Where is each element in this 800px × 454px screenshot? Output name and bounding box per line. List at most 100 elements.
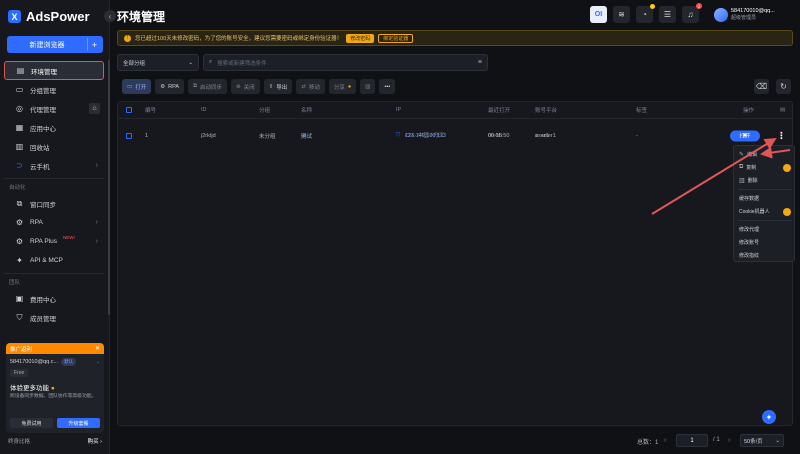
menu-edit-fingerprint[interactable]: 修改指纹 xyxy=(739,251,759,260)
cell-id: j2rktjd xyxy=(201,132,216,139)
notification-badge: 2 xyxy=(696,3,702,9)
sidebar-item-trash[interactable]: ▥ 回收站 xyxy=(4,137,104,156)
security-notice: ! 您已超过100天未修改密码，为了您的账号安全，建议您需要密码或绑定身份验证器… xyxy=(117,30,793,46)
proxy-shield-icon: ⛉ xyxy=(396,132,401,138)
close-icon[interactable]: ✕ xyxy=(95,345,100,352)
crown-icon xyxy=(783,208,791,216)
menu-delete[interactable]: ▥ 删除 xyxy=(739,176,758,185)
brand-button[interactable]: OI xyxy=(590,6,607,23)
upgrade-button[interactable]: 升级套餐 xyxy=(57,418,100,428)
buy-link[interactable]: 购买 › xyxy=(88,437,102,445)
bind-authenticator-button[interactable]: 绑定验证器 xyxy=(378,33,414,43)
menu-cookie-robot[interactable]: Cookie机器人 xyxy=(739,207,770,216)
store-icon[interactable]: ⌂ xyxy=(89,103,100,114)
wifi-icon[interactable]: ≋ xyxy=(613,6,630,23)
new-browser-button[interactable]: 新建浏览器 + xyxy=(7,36,103,53)
more-button[interactable]: ••• xyxy=(379,79,396,94)
export-button[interactable]: ⇧ 导出 xyxy=(263,79,293,94)
refresh-icon[interactable]: ↻ xyxy=(776,79,791,94)
trash-icon: ▥ xyxy=(365,83,371,90)
lifetime-label: 终身比格 xyxy=(8,439,31,445)
sidebar-item-proxy[interactable]: ◎ 代理管理 ⌂ xyxy=(4,99,104,118)
col-last-open[interactable]: 最近打开 xyxy=(488,106,510,114)
search-icon: ⌕ xyxy=(209,59,213,65)
emoji-icon: ● xyxy=(50,385,55,392)
col-ip: IP xyxy=(396,107,402,113)
api-icon: ✦ xyxy=(16,256,23,265)
col-no[interactable]: 编号 xyxy=(145,106,156,114)
search-input[interactable]: ⌕ 搜索或新建筛选条件 ≡ xyxy=(203,54,488,71)
more-vertical-icon[interactable]: ⋮ xyxy=(777,130,786,141)
bell-icon[interactable]: ♫ 2 xyxy=(682,3,702,23)
tasks-icon[interactable]: ☰ xyxy=(659,6,676,23)
free-trial-button[interactable]: 免费试用 xyxy=(10,418,53,428)
sidebar-item-billing[interactable]: ▣ 费用中心 xyxy=(4,289,104,308)
table-row[interactable]: 1 j2rktjd 未分组 ⊞ 测试 123.149.100.113 CN - … xyxy=(118,119,792,152)
list-icon: ▤ xyxy=(16,66,25,75)
start-sync-button[interactable]: ⧉ 启动同步 xyxy=(188,79,228,94)
edit-icon: ✎ xyxy=(739,152,745,158)
delete-button[interactable]: ▥ xyxy=(360,79,376,94)
column-settings-icon[interactable]: ▤ xyxy=(780,107,785,113)
sidebar-item-cloud-phone[interactable]: ⊃ 云手机 › xyxy=(4,156,104,175)
share-button[interactable]: 分享 ● xyxy=(328,79,357,94)
trash-icon: ▥ xyxy=(739,178,745,184)
sidebar-item-environment[interactable]: ▤ 环境管理 xyxy=(4,61,104,80)
user-menu[interactable]: 584170010@qq... 超级管理员 xyxy=(714,4,796,25)
sidebar-item-window-sync[interactable]: ⧉ 窗口同步 xyxy=(4,194,104,213)
sidebar-item-apps[interactable]: ▦ 应用中心 xyxy=(4,118,104,137)
rpa-icon: ⚙ xyxy=(160,83,166,90)
collapse-sidebar-icon[interactable]: ‹ xyxy=(104,10,116,22)
sidebar-item-label: RPA Plus xyxy=(30,238,57,245)
row-open-button[interactable]: ◉ 打开 xyxy=(730,130,760,141)
change-password-button[interactable]: 修改密码 xyxy=(346,33,375,43)
header-icons: OI ≋ ◔ ☰ ♫ 2 xyxy=(590,3,702,23)
ip-location: CN - 中国 / 丹江 xyxy=(405,132,445,139)
sidebar-item-api[interactable]: ✦ API & MCP xyxy=(4,251,104,270)
row-action-menu: ✎ 编辑 ⧉ 复制 ▥ 删除 缓存数据 Cookie机器人 修改代理 修改账号 修改指… xyxy=(733,145,795,262)
menu-edit-account[interactable]: 修改账号 xyxy=(739,238,759,247)
menu-edit[interactable]: ✎ 编辑 xyxy=(739,150,757,159)
move-button[interactable]: ⇄ 移动 xyxy=(296,79,325,94)
chevron-down-icon: ⌄ xyxy=(95,359,100,365)
sidebar-item-rpa[interactable]: ⚙ RPA › xyxy=(4,213,104,232)
sidebar-item-groups[interactable]: ▭ 分组管理 xyxy=(4,80,104,99)
toolbar: ▭ 打开 ⚙ RPA ⧉ 启动同步 ⊗ 关闭 ⇧ 导出 ⇄ 移动 分享 ● ▥ ••• xyxy=(122,79,396,94)
sidebar-scrollbar[interactable] xyxy=(108,60,110,315)
page-input[interactable]: 1 xyxy=(676,434,708,447)
rpa-button[interactable]: ⚙ RPA xyxy=(155,79,185,94)
filter-icon[interactable]: ≡ xyxy=(478,59,482,66)
prev-page-icon[interactable]: ‹ xyxy=(664,437,666,444)
promo-account[interactable]: 584170010@qq.c... 默认 ⌄ xyxy=(6,354,104,366)
row-checkbox[interactable] xyxy=(126,132,132,139)
user-role: 超级管理员 xyxy=(731,14,757,21)
menu-edit-proxy[interactable]: 修改代理 xyxy=(739,225,759,234)
open-button[interactable]: ▭ 打开 xyxy=(122,79,152,94)
clean-icon[interactable]: ⌫ xyxy=(754,79,769,94)
cell-group: 未分组 xyxy=(259,133,276,140)
sync-icon: ⧉ xyxy=(193,83,197,89)
promo-card: 推广返利 ✕ 584170010@qq.c... 默认 ⌄ Free 体验更多功… xyxy=(6,343,104,433)
plus-icon[interactable]: + xyxy=(87,38,101,51)
menu-copy[interactable]: ⧉ 复制 xyxy=(739,163,756,172)
section-team: 团队 xyxy=(4,273,104,289)
sidebar-item-label: 回收站 xyxy=(30,144,50,152)
total-count: 总数：1 xyxy=(637,440,659,446)
sidebar-item-rpa-plus[interactable]: ⚙ RPA Plus NEW! › xyxy=(4,232,104,251)
logo-icon: X xyxy=(8,10,21,23)
sidebar-item-members[interactable]: ⛉ 成员管理 xyxy=(4,308,104,327)
crown-icon xyxy=(783,164,791,172)
page-size-select[interactable]: 50条/页 ⌄ xyxy=(740,434,784,447)
cell-no: 1 xyxy=(145,132,149,139)
help-fab-icon[interactable]: ✦ xyxy=(762,410,776,424)
plan-badge: Free xyxy=(10,369,29,377)
promo-title: 体验更多功能 ● xyxy=(10,385,55,392)
close-button[interactable]: ⊗ 关闭 xyxy=(231,79,260,94)
menu-cache-data[interactable]: 缓存数据 xyxy=(739,194,759,203)
next-page-icon[interactable]: › xyxy=(728,437,730,444)
select-all-checkbox[interactable] xyxy=(126,107,132,113)
sidebar-item-label: 成员管理 xyxy=(30,315,56,323)
menu-divider xyxy=(738,220,792,221)
support-icon[interactable]: ◔ xyxy=(636,4,655,23)
group-select[interactable]: 全部分组 ⌄ xyxy=(117,54,199,71)
